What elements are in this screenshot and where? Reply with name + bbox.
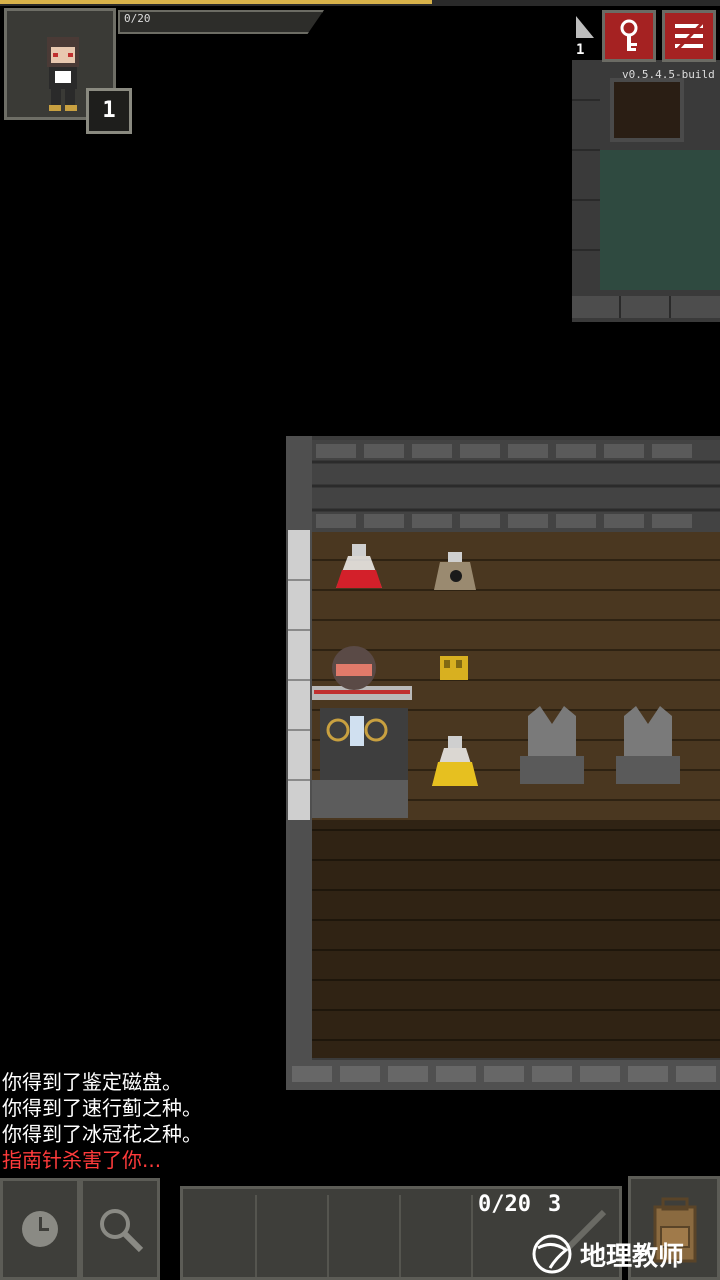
quickslot[interactable]	[187, 1195, 257, 1277]
depth-indicator: 1	[576, 42, 585, 58]
quickslot[interactable]	[259, 1195, 329, 1277]
version-label: v0.5.4.5-build	[622, 68, 715, 81]
ammo-count: 0/20	[478, 1192, 531, 1217]
menu-button[interactable]	[662, 10, 716, 62]
journal-button[interactable]	[602, 10, 656, 62]
menu-icon	[675, 20, 705, 52]
level-badge: 1	[86, 88, 132, 134]
hero-avatar	[47, 37, 79, 111]
death-message: 指南针杀害了你...	[2, 1148, 162, 1172]
globe-logo-icon	[532, 1234, 572, 1274]
wait-button[interactable]	[0, 1178, 80, 1280]
log-message: 你得到了速行蓟之种。	[2, 1096, 202, 1120]
quickslot[interactable]	[403, 1195, 473, 1277]
hp-text: 0/20	[124, 12, 151, 25]
magnifier-icon	[100, 1209, 144, 1253]
watermark: 地理教师	[530, 1228, 720, 1280]
clock-icon	[22, 1211, 58, 1247]
gold-crown-item	[440, 656, 468, 680]
upper-room	[572, 60, 720, 322]
quickslot[interactable]	[331, 1195, 401, 1277]
watermark-text: 地理教师	[580, 1241, 685, 1272]
log-message: 你得到了鉴定磁盘。	[2, 1070, 182, 1094]
log-message: 你得到了冰冠花之种。	[2, 1122, 202, 1146]
search-button[interactable]	[80, 1178, 160, 1280]
key-icon	[620, 19, 638, 51]
stairs-icon	[576, 16, 594, 38]
